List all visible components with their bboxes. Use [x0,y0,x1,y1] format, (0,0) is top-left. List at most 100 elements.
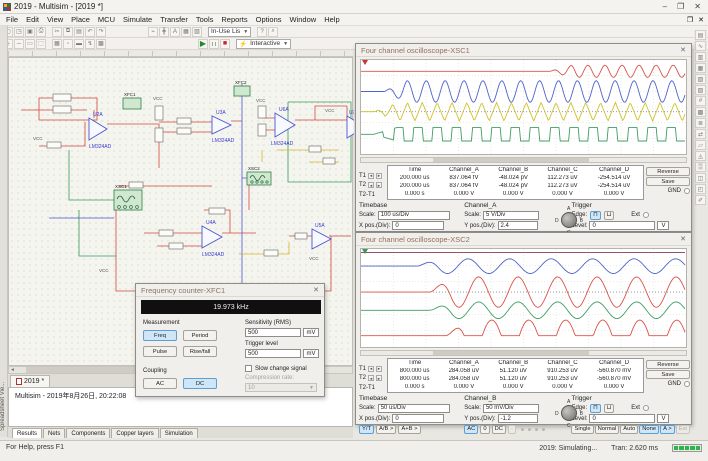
xsc2-close-icon[interactable]: ✕ [680,235,686,243]
xsc2-save-button[interactable]: Save [646,370,690,379]
xfc1-instrument-icon[interactable] [123,98,141,109]
xsc2-gnd-radio[interactable] [684,381,690,387]
stop-simulation-button[interactable]: ■ [220,39,230,49]
tab-nets[interactable]: Nets [43,428,65,438]
copy-icon[interactable]: ⧉ [63,27,73,37]
pause-simulation-button[interactable]: ❙❙ [209,39,219,49]
menu-mcu[interactable]: MCU [94,15,119,24]
find-icon[interactable]: ⌕ [268,27,278,37]
xsc2-normal-button[interactable]: Normal [595,425,620,434]
xsc2-ypos-input[interactable]: -1.2 [498,414,538,423]
tab-simulation[interactable]: Simulation [160,428,198,438]
t2-right-arrow[interactable]: ► [376,182,382,188]
trigger-level-unit[interactable]: mV [303,349,319,358]
xsc2-cursor-marker[interactable] [361,249,371,255]
slow-change-checkbox[interactable] [245,365,252,372]
cut-icon[interactable]: ✂ [52,27,62,37]
xsc1-ypos-input[interactable]: 2.4 [498,221,538,230]
xsc2-channel-dial[interactable]: ABCD [555,399,583,429]
menu-edit[interactable]: Edit [22,15,43,24]
t2-left-arrow[interactable]: ◄ [368,375,374,381]
grapher-icon[interactable]: ▧ [192,27,202,37]
t1-right-arrow[interactable]: ► [376,366,382,372]
open-file-icon[interactable]: ◳ [14,27,24,37]
graph-icon[interactable]: ▦ [181,27,191,37]
xsc2-ext-radio[interactable] [643,405,649,411]
menu-simulate[interactable]: Simulate [119,15,156,24]
frequency-counter-icon[interactable]: # [695,96,706,106]
function-generator-icon[interactable]: ∿ [695,41,706,51]
multimeter-icon[interactable]: ▤ [695,30,706,40]
xsc2-yt-button[interactable]: Y/T [359,425,374,434]
menu-options[interactable]: Options [252,15,286,24]
xsc1-title-bar[interactable]: Four channel oscilloscope-XSC1 ✕ [356,44,691,57]
xsc2-zero-button[interactable]: 0 [480,425,489,434]
dial-knob-icon[interactable] [561,212,577,228]
undo-icon[interactable]: ↶ [85,27,95,37]
zoom-out-icon[interactable]: － [14,39,24,49]
wattmeter-icon[interactable]: ▥ [695,52,706,62]
dc-coupling-button[interactable]: DC [183,378,217,389]
t1-right-arrow[interactable]: ► [376,173,382,179]
distortion-analyzer-icon[interactable]: ◬ [695,151,706,161]
xsc1-trigger-level-input[interactable]: 0 [589,221,655,230]
xsc1-channel-scale-input[interactable]: 5 V/Div [483,211,539,220]
save-icon[interactable]: ▣ [25,27,35,37]
in-use-list-dropdown[interactable]: In-Use Lis▼ [208,27,251,37]
four-channel-oscilloscope-icon[interactable]: ▧ [695,74,706,84]
oscilloscope-icon[interactable]: ▦ [695,63,706,73]
t2-left-arrow[interactable]: ◄ [368,182,374,188]
xfc2-instrument-icon[interactable] [234,86,250,96]
xsc1-reverse-button[interactable]: Reverse [646,167,690,176]
tab-results[interactable]: Results [12,428,42,438]
simulation-mode-dropdown[interactable]: ⚡Interactive▼ [236,39,291,49]
xsc2-source-a-button[interactable]: A > [660,425,675,434]
xsc2-auto-button[interactable]: Auto [620,425,638,434]
mdi-close-icon[interactable]: ✕ [698,16,704,24]
xsc2-graph-area[interactable] [360,248,687,348]
xsc1-close-icon[interactable]: ✕ [680,46,686,54]
dial-knob-icon[interactable] [561,405,577,421]
xsc2-minus-button[interactable]: - [508,425,516,434]
period-button[interactable]: Period [183,330,217,341]
help-icon[interactable]: ? [257,27,267,37]
maximize-button[interactable]: ❐ [677,2,684,11]
menu-tools[interactable]: Tools [192,15,218,24]
xsc1-edge-rising-button[interactable]: ⊓ [590,211,601,220]
xsc1-instrument-icon[interactable] [114,190,142,210]
xsc2-channel-scale-input[interactable]: 50 mV/Div [483,404,539,413]
xsc2-hscrollbar[interactable] [360,350,687,356]
xfc1-close-icon[interactable]: ✕ [313,286,319,294]
sensitivity-unit[interactable]: mV [303,328,319,337]
instrument-icons[interactable] [114,86,271,210]
xsc1-gnd-radio[interactable] [684,188,690,194]
rise-fall-button[interactable]: Rise/fall [183,346,217,357]
grid-icon[interactable]: ▦ [52,39,62,49]
freq-button[interactable]: Freq [143,330,177,341]
ruler-icon[interactable]: ▬ [74,39,84,49]
zoom-fit-icon[interactable]: ⬚ [36,39,46,49]
border-icon[interactable]: ▫ [63,39,73,49]
run-simulation-button[interactable]: ▶ [198,39,208,49]
xsc2-ext-button[interactable]: Ext [676,425,690,434]
menu-view[interactable]: View [43,15,67,24]
network-analyzer-icon[interactable]: ◫ [695,173,706,183]
text-icon[interactable]: A [170,27,180,37]
xsc1-cursor-marker[interactable] [361,60,371,66]
menu-transfer[interactable]: Transfer [156,15,192,24]
ac-coupling-button[interactable]: AC [143,378,177,389]
logic-converter-icon[interactable]: ⇄ [695,129,706,139]
xsc1-edge-falling-button[interactable]: ⊔ [604,211,615,220]
xsc2-edge-rising-button[interactable]: ⊓ [590,404,601,413]
menu-window[interactable]: Window [286,15,321,24]
iv-analyzer-icon[interactable]: ▱ [695,140,706,150]
menu-help[interactable]: Help [320,15,343,24]
xsc2-timebase-scale-input[interactable]: 50 us/Div [378,404,450,413]
menu-file[interactable]: File [2,15,22,24]
xsc2-ab-button[interactable]: A/B > [376,425,396,434]
redo-icon[interactable]: ↷ [96,27,106,37]
xsc2-level-unit[interactable]: V [657,414,669,423]
xsc1-save-button[interactable]: Save [646,177,690,186]
xsc1-hscrollbar[interactable] [360,157,687,163]
xsc1-graph-area[interactable] [360,59,687,155]
